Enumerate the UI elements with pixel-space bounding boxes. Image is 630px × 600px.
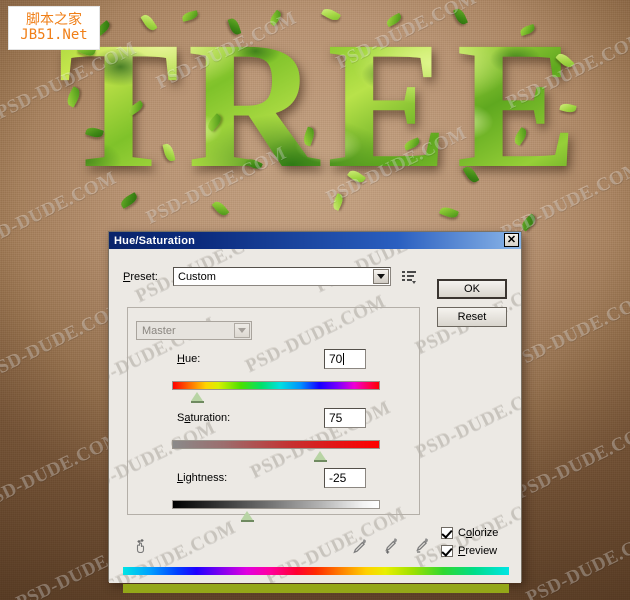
chevron-down-icon[interactable]	[373, 269, 389, 284]
color-bars	[123, 567, 509, 593]
lightness-slider-thumb[interactable]	[241, 511, 253, 520]
hue-slider-thumb-base	[191, 401, 204, 403]
preset-dropdown[interactable]: Custom	[173, 267, 391, 286]
lightness-slider-track[interactable]	[172, 500, 380, 509]
artwork-canvas: TREE TREE PSD-DUDE.COM	[0, 0, 630, 600]
eyedropper-subtract-icon[interactable]	[413, 537, 430, 554]
lightness-label: Lightness:	[177, 472, 228, 484]
saturation-slider-track[interactable]	[172, 440, 380, 449]
saturation-value-input[interactable]: 75	[324, 408, 366, 428]
saturation-label: Saturation:	[177, 412, 231, 424]
logo-text-cn: 脚本之家	[26, 12, 82, 29]
jb51-logo: 脚本之家 JB51.Net	[8, 6, 100, 50]
logo-text-en: JB51.Net	[20, 27, 88, 43]
dialog-body: PSD-DUDE.COM PSD-DUDE.COM PSD-DUDE.COM P…	[109, 249, 521, 593]
hue-slider-thumb[interactable]	[191, 392, 203, 401]
hue-slider-track[interactable]	[172, 381, 380, 390]
colorize-checkbox[interactable]	[441, 527, 453, 539]
on-image-adjustment-icon[interactable]	[133, 536, 150, 553]
close-icon[interactable]: ✕	[504, 233, 519, 247]
result-color-bar	[123, 584, 509, 593]
watermark: PSD-DUDE.COM	[522, 522, 630, 600]
watermark: PSD-DUDE.COM	[0, 427, 125, 514]
preset-menu-icon[interactable]	[401, 270, 417, 284]
saturation-slider-thumb[interactable]	[314, 451, 326, 460]
chevron-down-icon[interactable]	[234, 323, 250, 338]
preset-row: Preset: Custom	[123, 267, 417, 286]
preview-checkbox[interactable]	[441, 545, 453, 557]
saturation-slider-thumb-base	[314, 460, 327, 462]
channel-dropdown[interactable]: Master	[136, 321, 252, 340]
hue-saturation-dialog: Hue/Saturation ✕ PSD-DUDE.COM PSD-DUDE.C…	[108, 231, 522, 593]
colorize-label: Colorize	[458, 527, 499, 539]
spectrum-bar	[123, 567, 509, 575]
leaf	[519, 213, 538, 232]
hue-value-input[interactable]: 70	[324, 349, 366, 369]
lightness-slider-thumb-base	[241, 520, 254, 522]
channel-value: Master	[142, 324, 176, 337]
dialog-title: Hue/Saturation	[114, 234, 196, 247]
reset-button[interactable]: Reset	[437, 307, 507, 327]
ok-button[interactable]: OK	[437, 279, 507, 299]
hue-label: Hue:	[177, 353, 201, 365]
preset-label: Preset:	[123, 270, 158, 283]
eyedropper-add-icon[interactable]	[382, 537, 399, 554]
watermark: PSD-DUDE.COM	[411, 376, 521, 463]
preset-value: Custom	[178, 270, 216, 283]
eyedropper-group	[351, 537, 430, 554]
preview-checkbox-row[interactable]: Preview	[441, 545, 497, 557]
dialog-titlebar[interactable]: Hue/Saturation ✕	[109, 232, 521, 249]
colorize-checkbox-row[interactable]: Colorize	[441, 527, 498, 539]
preview-label: Preview	[458, 545, 498, 557]
watermark: PSD-DUDE.COM	[507, 287, 630, 374]
eyedropper-icon[interactable]	[351, 537, 368, 554]
watermark: PSD-DUDE.COM	[512, 417, 630, 504]
lightness-value-input[interactable]: -25	[324, 468, 366, 488]
